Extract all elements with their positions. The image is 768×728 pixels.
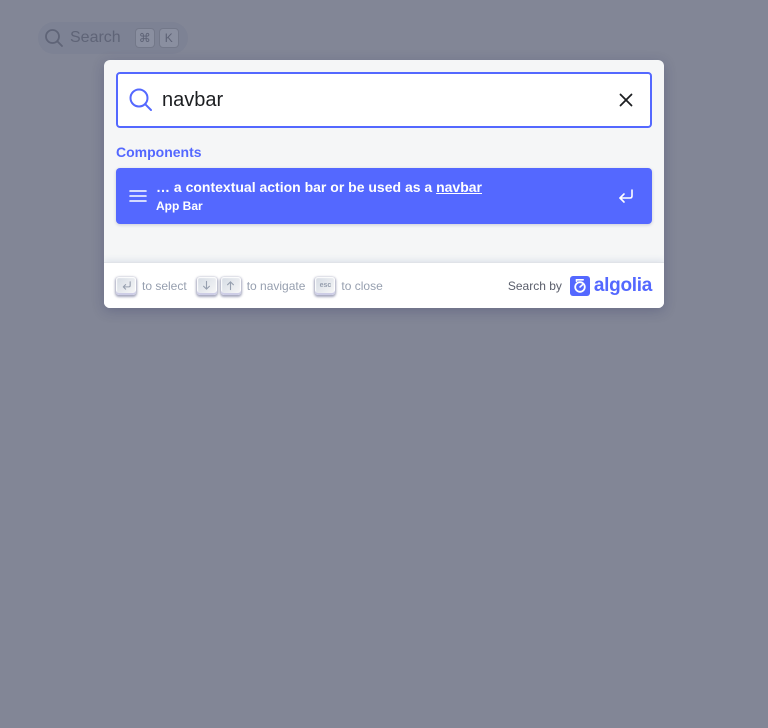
search-by-label: Search by [507, 278, 562, 293]
command-label: to select [142, 278, 187, 293]
background-search-button: Search ⌘ K [38, 22, 188, 54]
esc-key-icon: esc [315, 276, 336, 295]
close-icon [619, 93, 633, 107]
background-search-label: Search [70, 29, 121, 46]
algolia-logo-link[interactable]: Search by algolia [508, 275, 652, 297]
modal-footer: to select to navigate esc to close Searc… [104, 263, 664, 308]
search-icon [45, 29, 63, 47]
arrow-down-key-icon [196, 276, 217, 295]
search-modal: Components … a contextual action bar or … [104, 60, 664, 308]
keyboard-commands: to select to navigate esc to close [116, 276, 508, 295]
result-text: … a contextual action bar or be used as … [156, 178, 616, 214]
results-section-title: Components [116, 144, 202, 160]
algolia-wordmark: algolia [593, 274, 652, 296]
algolia-logo-icon [569, 275, 590, 296]
command-key: ⌘ [134, 28, 155, 48]
command-label: to close [341, 278, 383, 293]
search-result-item[interactable]: … a contextual action bar or be used as … [116, 168, 652, 224]
result-title-text: … a contextual action bar or be used as … [156, 179, 437, 195]
search-input[interactable] [162, 88, 614, 112]
result-highlight: navbar [436, 179, 483, 195]
clear-search-button[interactable] [614, 88, 638, 112]
search-icon [129, 88, 152, 111]
command-label: to navigate [246, 278, 306, 293]
arrow-up-key-icon [220, 276, 241, 295]
esc-key-text: esc [319, 282, 332, 289]
command-select: to select [116, 276, 187, 295]
enter-key-icon [116, 276, 136, 295]
result-path: App Bar [156, 199, 203, 213]
k-key: K [158, 28, 179, 48]
result-title: … a contextual action bar or be used as … [156, 178, 616, 196]
command-close: esc to close [315, 276, 383, 295]
command-navigate: to navigate [196, 276, 306, 295]
lines-icon [129, 190, 147, 202]
enter-icon [619, 189, 633, 203]
search-form [116, 72, 652, 128]
